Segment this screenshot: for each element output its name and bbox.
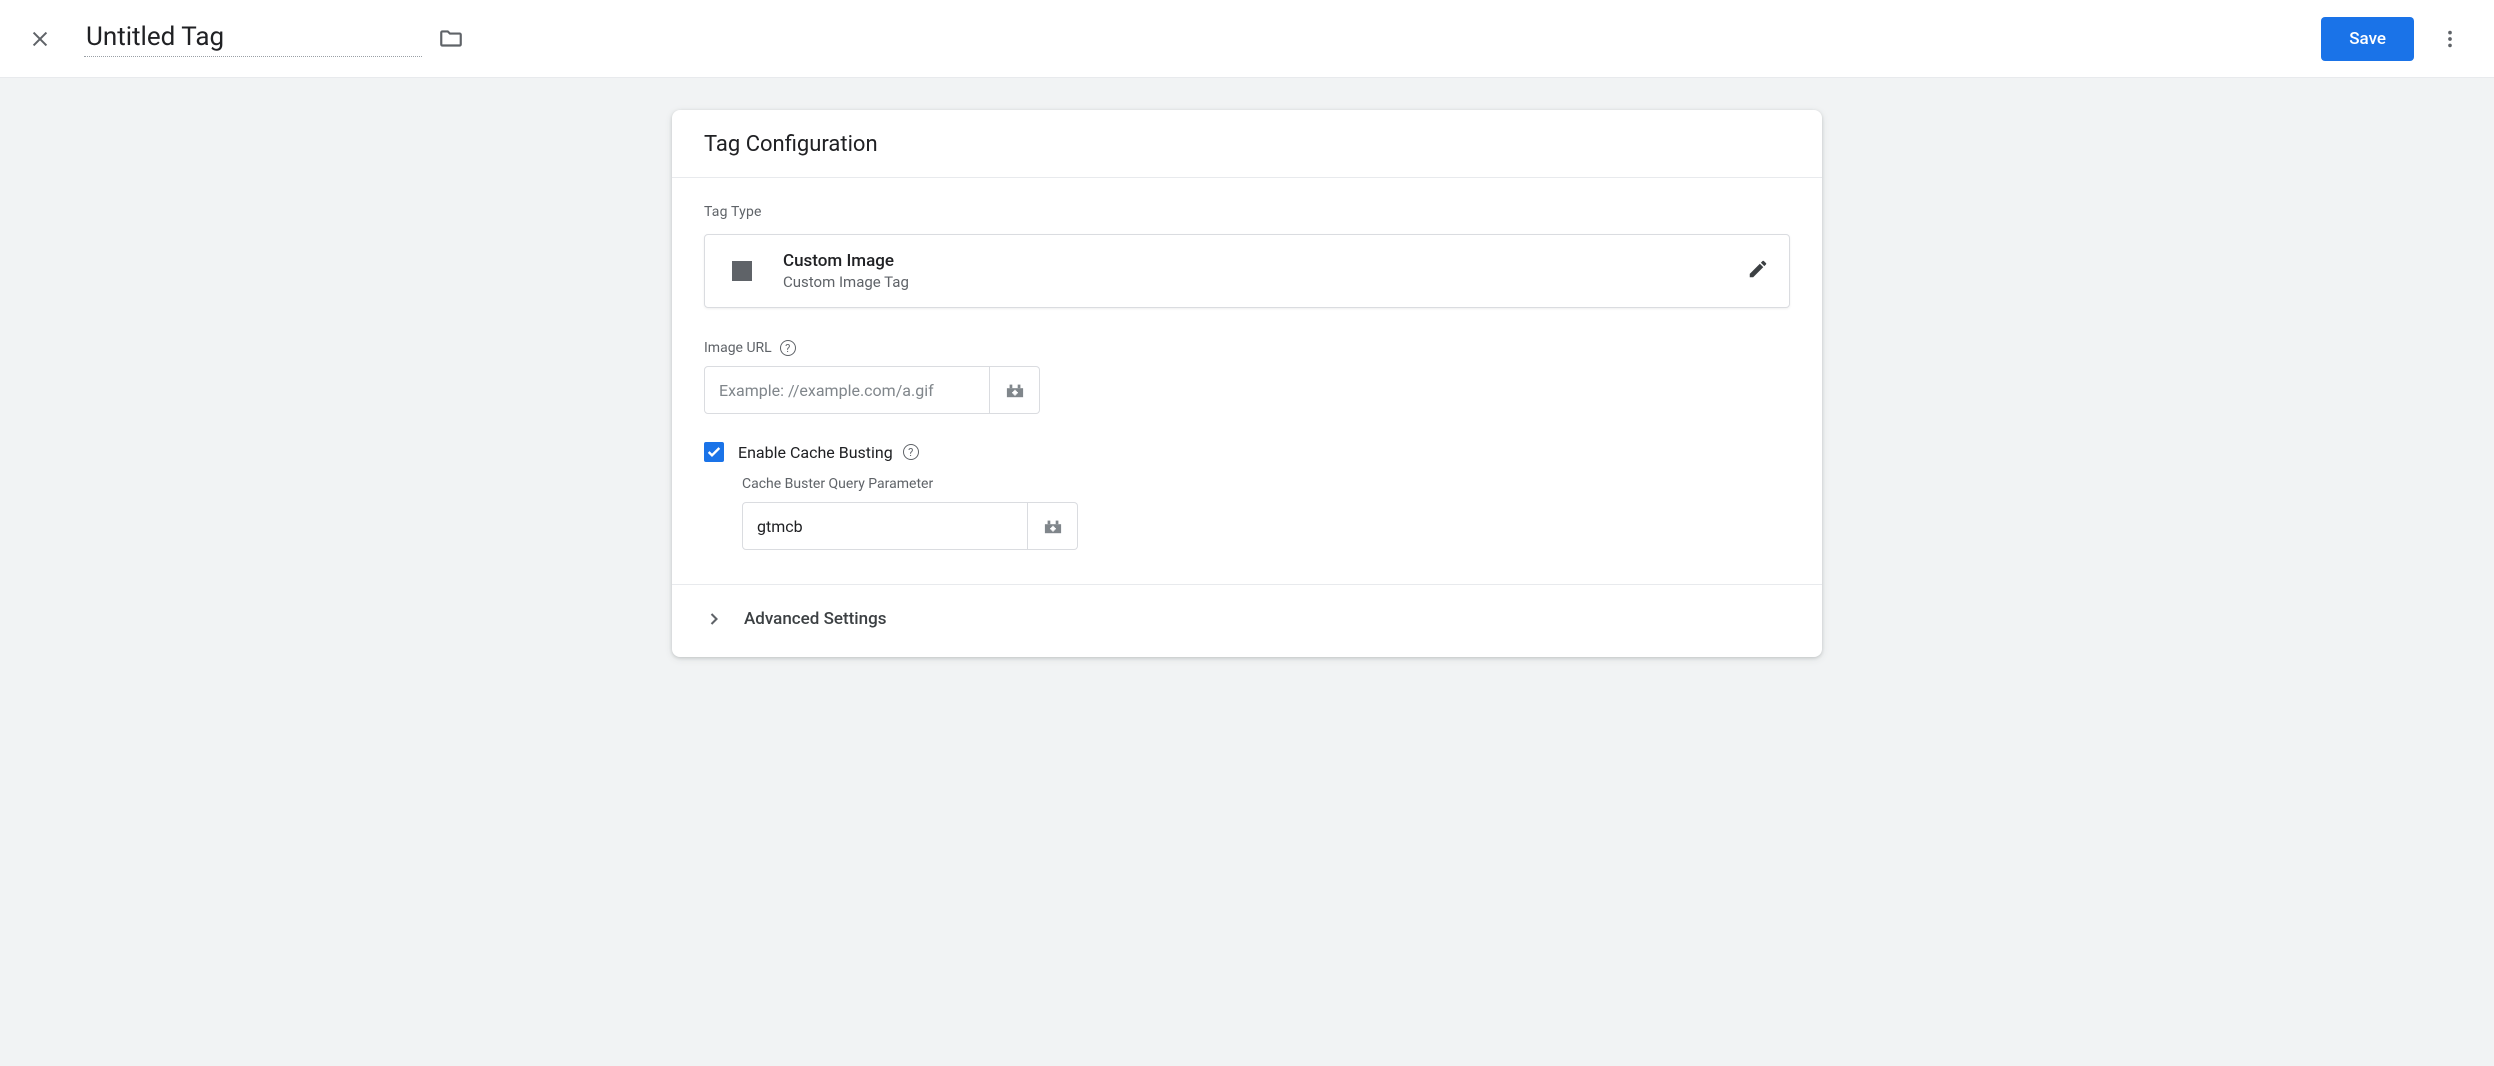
tag-type-subtitle: Custom Image Tag — [783, 273, 1747, 291]
tag-configuration-card: Tag Configuration Tag Type Custom Image … — [672, 110, 1822, 657]
app-header: Save — [0, 0, 2494, 78]
advanced-settings-toggle[interactable]: Advanced Settings — [672, 585, 1822, 657]
folder-icon — [438, 26, 464, 52]
pencil-icon — [1747, 258, 1769, 280]
more-menu-button[interactable] — [2430, 19, 2470, 59]
tag-type-label: Tag Type — [704, 204, 1790, 220]
card-title: Tag Configuration — [672, 110, 1822, 178]
help-icon[interactable]: ? — [780, 340, 796, 356]
cache-buster-param-input[interactable] — [742, 502, 1028, 550]
image-url-input[interactable] — [704, 366, 990, 414]
variable-icon — [1042, 517, 1064, 535]
close-icon — [29, 28, 51, 50]
cache-busting-label: Enable Cache Busting — [738, 443, 893, 462]
chevron-right-icon — [704, 609, 724, 629]
page-body: Tag Configuration Tag Type Custom Image … — [0, 78, 2494, 1066]
edit-tag-type-button[interactable] — [1747, 258, 1769, 284]
image-url-label: Image URL ? — [704, 340, 1790, 356]
help-icon[interactable]: ? — [903, 444, 919, 460]
save-button[interactable]: Save — [2321, 17, 2414, 61]
tag-type-selector[interactable]: Custom Image Custom Image Tag — [704, 234, 1790, 308]
more-vert-icon — [2439, 28, 2461, 50]
variable-picker-button[interactable] — [1028, 502, 1078, 550]
variable-picker-button[interactable] — [990, 366, 1040, 414]
cache-buster-param-label: Cache Buster Query Parameter — [742, 476, 1790, 492]
variable-icon — [1004, 381, 1026, 399]
folder-button[interactable] — [438, 26, 464, 52]
image-icon — [727, 256, 757, 286]
tag-name-input[interactable] — [84, 20, 422, 57]
advanced-settings-label: Advanced Settings — [744, 609, 886, 629]
tag-type-name: Custom Image — [783, 251, 1747, 271]
enable-cache-busting-checkbox[interactable] — [704, 442, 724, 462]
close-button[interactable] — [20, 19, 60, 59]
check-icon — [706, 444, 722, 460]
